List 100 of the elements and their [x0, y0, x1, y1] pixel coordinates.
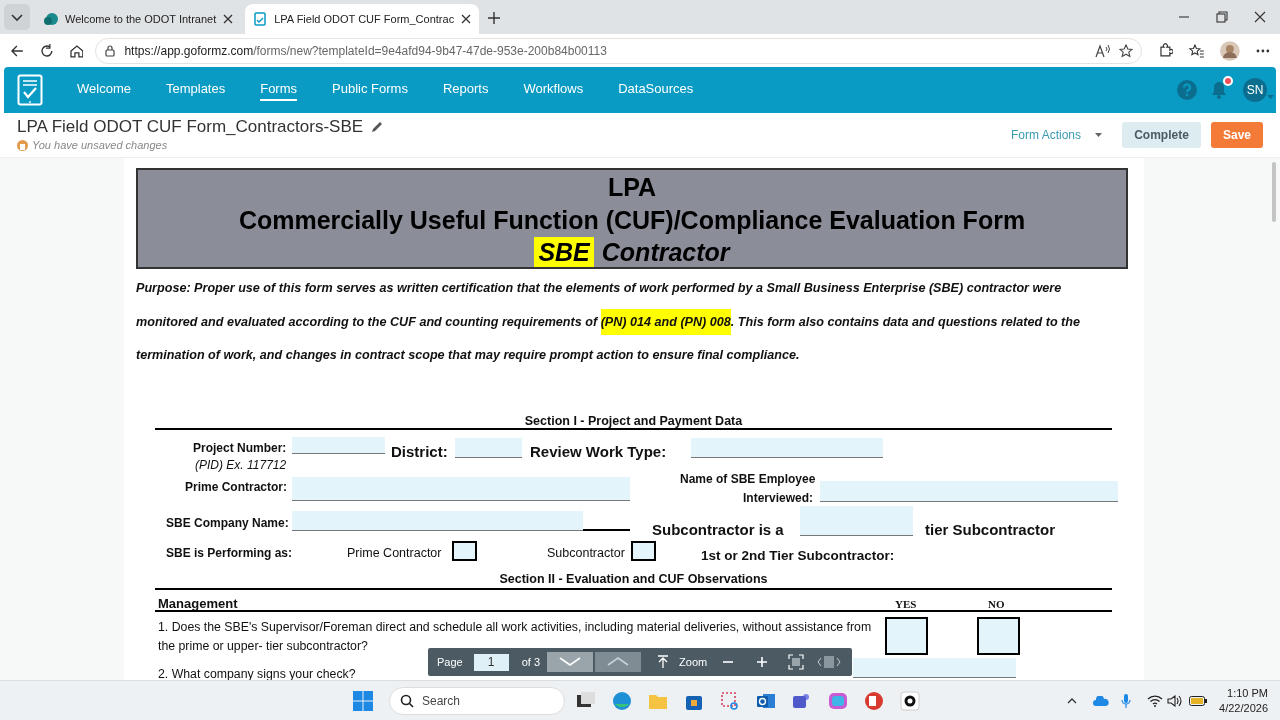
field-label: Subcontractor is a — [652, 520, 784, 540]
form-actions-menu[interactable]: Form Actions — [1010, 126, 1102, 144]
user-avatar[interactable]: SN — [1243, 78, 1267, 102]
restore-icon[interactable] — [1216, 11, 1228, 23]
tab-list-icon[interactable] — [4, 4, 30, 30]
option-label: Subcontractor — [547, 545, 625, 562]
start-icon[interactable] — [353, 690, 373, 711]
star-icon[interactable] — [1118, 43, 1133, 58]
app-logo-icon[interactable] — [17, 74, 43, 106]
address-field[interactable]: https://app.goformz.com/forms/new?templateId=9e4afd94-9b47-47de-953e-200b84b00113 — [95, 37, 1142, 64]
more-icon[interactable] — [1256, 48, 1270, 53]
caret-icon — [1095, 133, 1102, 137]
highlighted-text: SBE — [534, 236, 594, 267]
browser-icon[interactable] — [611, 689, 633, 712]
column-heading: NO — [988, 597, 1005, 612]
banner-title: Contractor — [601, 236, 730, 267]
previous-page-button[interactable] — [595, 652, 642, 672]
input-field[interactable] — [292, 511, 583, 531]
page-number-field[interactable]: 1 — [473, 653, 509, 671]
next-page-button[interactable] — [547, 652, 594, 672]
input-field[interactable] — [292, 477, 630, 501]
field-label: Prime Contractor: — [185, 479, 288, 496]
notification-bell-icon[interactable] — [1209, 80, 1229, 100]
clock-date: 4/22/2026 — [1219, 700, 1268, 716]
document-app-icon[interactable] — [863, 689, 885, 712]
field-label: District: — [391, 442, 448, 462]
banner-title: LPA — [607, 171, 657, 203]
input-field[interactable] — [820, 481, 1118, 502]
banner-title: Commercially Useful Function (CUF)/Compliance Evaluation Form — [238, 204, 1026, 236]
lock-icon — [104, 44, 117, 57]
new-tab-icon[interactable] — [487, 11, 502, 25]
complete-button[interactable]: Complete — [1122, 122, 1201, 148]
checkbox[interactable] — [631, 541, 656, 561]
search-field[interactable]: Search — [389, 686, 565, 715]
question-text: 1. Does the SBE's Supervisor/Foreman direct and schedule all work activities, including material deliveries, without assistance from the prime or upper- tier subcontractor? — [158, 619, 873, 655]
volume-icon[interactable] — [1167, 694, 1184, 707]
close-icon[interactable] — [461, 14, 472, 24]
section-title: Section I - Project and Payment Data — [523, 413, 744, 430]
form-title: LPA Field ODOT CUF Form_Contractors-SBE — [17, 116, 364, 137]
field-label: tier Subcontractor — [925, 520, 1056, 540]
pencil-icon[interactable] — [371, 120, 384, 133]
column-heading: YES — [895, 597, 917, 612]
close-icon[interactable] — [223, 14, 234, 24]
nav-link[interactable]: Reports — [442, 78, 489, 102]
snipping-icon[interactable] — [719, 689, 741, 712]
read-aloud-icon[interactable] — [1094, 43, 1111, 58]
question-text: 2. What company signs your check? — [158, 666, 356, 680]
browser-tab[interactable]: Welcome to the ODOT Intranet — [36, 4, 242, 34]
option-label: Prime Contractor — [347, 545, 442, 562]
group-heading: Management — [158, 595, 238, 613]
zoom-in-icon[interactable] — [756, 656, 769, 668]
extensions-icon[interactable] — [1157, 43, 1173, 58]
input-field[interactable] — [455, 438, 522, 458]
section-title: Section II - Evaluation and CUF Observations — [498, 571, 769, 588]
cloud-icon[interactable] — [1093, 695, 1110, 706]
toolbar-label: Zoom — [679, 654, 708, 670]
tab-title: Welcome to the ODOT Intranet — [65, 11, 217, 27]
save-button[interactable]: Save — [1211, 122, 1263, 148]
status-text: You have unsaved changes — [32, 137, 168, 153]
clock-time: 1:10 PM — [1227, 685, 1268, 701]
home-icon[interactable] — [69, 43, 84, 58]
chevron-up-icon[interactable] — [1067, 697, 1078, 704]
nav-link[interactable]: Templates — [165, 78, 226, 102]
scroll-arrows-icon[interactable] — [816, 655, 843, 669]
input-field[interactable] — [800, 506, 913, 536]
purpose-paragraph: Purpose: Proper use of this form serves as written certification that the elements of work performed by a Small Business Enterprise (SBE) contractor were monitored and evaluated according to the CUF and counting requirements of (PN) 014 and (PN) 008. This form also contains data and questions related to the termination of work, and changes in contract scope that may require prompt action to ensure final compliance. — [136, 280, 1081, 364]
favorites-icon[interactable] — [1188, 43, 1205, 58]
field-label: Name of SBE Employee — [680, 471, 816, 488]
field-label: Project Number: — [193, 440, 287, 457]
site-icon — [44, 12, 58, 26]
close-icon[interactable] — [1254, 11, 1266, 23]
field-label: Review Work Type: — [530, 442, 667, 462]
fit-page-icon[interactable] — [788, 654, 805, 670]
checkbox[interactable] — [885, 617, 928, 655]
checkbox[interactable] — [452, 541, 477, 561]
browser-tab[interactable]: LPA Field ODOT CUF Form_Contrac — [245, 4, 480, 34]
tab-title: LPA Field ODOT CUF Form_Contrac — [274, 11, 455, 27]
toolbar-label: Page — [437, 654, 463, 670]
checkbox[interactable] — [977, 617, 1020, 655]
search-icon — [400, 693, 414, 708]
toolbar-label: of 3 — [521, 654, 541, 670]
nav-link[interactable]: Welcome — [77, 78, 131, 102]
url-text: https://app.goformz.com/forms/new?templateId=9e4afd94-9b47-47de-953e-200b84b00113 — [124, 42, 608, 60]
input-field[interactable] — [691, 438, 883, 458]
battery-icon[interactable] — [1189, 695, 1208, 706]
reload-icon[interactable] — [39, 43, 54, 58]
nav-link[interactable]: Workflows — [523, 78, 584, 102]
wifi-icon[interactable] — [1147, 694, 1164, 707]
microphone-icon[interactable] — [1121, 693, 1132, 708]
input-field[interactable] — [292, 437, 385, 454]
form-icon — [253, 12, 268, 26]
nav-link[interactable]: Public Forms — [332, 78, 408, 102]
field-label: 1st or 2nd Tier Subcontractor: — [701, 547, 895, 565]
back-icon[interactable] — [10, 43, 24, 58]
nav-link[interactable]: Forms — [260, 78, 298, 102]
scrollbar-thumb[interactable] — [1272, 162, 1276, 222]
nav-link[interactable]: DataSources — [618, 78, 694, 102]
first-page-icon[interactable] — [657, 655, 670, 669]
profile-avatar-icon[interactable] — [1220, 40, 1241, 61]
input-field[interactable] — [853, 658, 1016, 678]
